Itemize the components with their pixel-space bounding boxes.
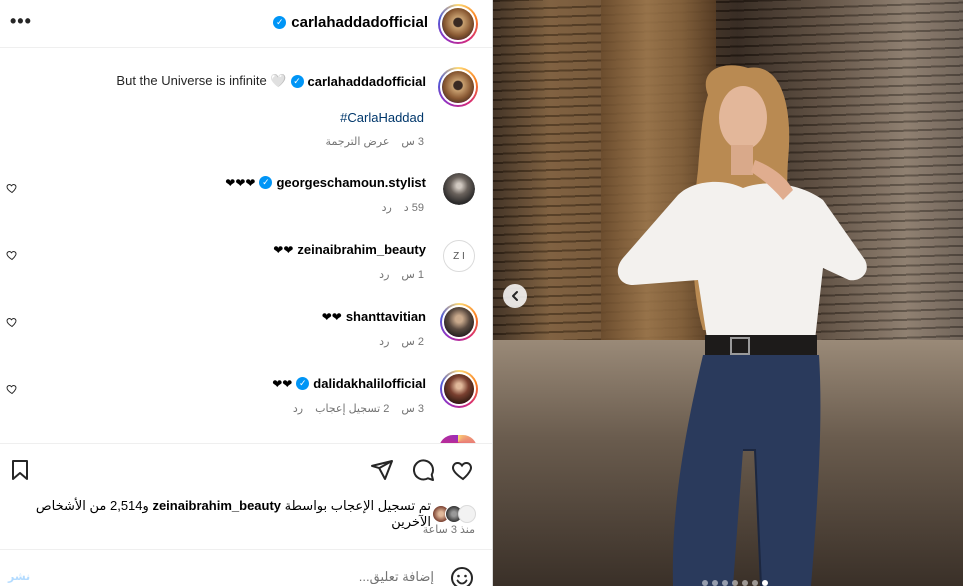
comment-time[interactable]: 3 س: [401, 402, 424, 415]
caption-author-username[interactable]: carlahaddadofficial: [308, 74, 426, 89]
post-author[interactable]: ✓ carlahaddadofficial: [273, 14, 428, 31]
comment-username[interactable]: shanttavitian: [346, 309, 426, 324]
comment-meta: 2 س رد: [379, 335, 424, 348]
like-comment-heart-icon[interactable]: [6, 383, 18, 395]
post-actions: تم تسجيل الإعجاب بواسطة zeinaibrahim_bea…: [0, 443, 492, 549]
comment-meta: 59 د رد: [382, 201, 424, 214]
post-header: ••• ✓ carlahaddadofficial: [0, 0, 492, 48]
carousel-dot: [752, 580, 758, 586]
caption-meta: 3 س عرض الترجمة: [326, 135, 424, 148]
comments-list[interactable]: But the Universe is infinite 🤍 ✓ carlaha…: [0, 49, 492, 443]
comment-item: ❤❤ ✓ dalidakhalilofficial: [272, 376, 426, 391]
previous-photo-button[interactable]: [503, 284, 527, 308]
save-bookmark-icon[interactable]: [8, 458, 32, 482]
post-detail-panel: ••• ✓ carlahaddadofficial But the Univer…: [0, 0, 493, 586]
carousel-dot: [702, 580, 708, 586]
likes-prefix: تم تسجيل الإعجاب بواسطة: [284, 498, 431, 513]
comment-avatar[interactable]: [440, 370, 478, 408]
liked-by-username[interactable]: zeinaibrahim_beauty: [152, 498, 281, 513]
comment-text: ❤❤: [273, 242, 294, 257]
comment-time[interactable]: 1 س: [401, 268, 424, 281]
comment-username[interactable]: dalidakhalilofficial: [313, 376, 426, 391]
like-heart-icon[interactable]: [451, 458, 475, 482]
comment-icon[interactable]: [411, 458, 435, 482]
comment-avatar[interactable]: [440, 303, 478, 341]
comment-item: ❤❤❤ ✓ georgeschamoun.stylist: [225, 175, 426, 190]
carousel-dot: [722, 580, 728, 586]
caption-text: But the Universe is infinite 🤍: [116, 73, 287, 88]
post-photo[interactable]: [493, 0, 963, 586]
comment-text: ❤❤❤: [225, 175, 256, 190]
reply-button[interactable]: رد: [379, 335, 389, 348]
carousel-dot: [762, 580, 768, 586]
post-time-ago[interactable]: منذ 3 ساعة: [423, 523, 475, 536]
comment-meta: 1 س رد: [379, 268, 424, 281]
verified-badge-icon: ✓: [296, 377, 310, 390]
comment-time[interactable]: 59 د: [404, 201, 424, 214]
caption: But the Universe is infinite 🤍 ✓ carlaha…: [116, 73, 426, 89]
caption-hashtag-link[interactable]: #CarlaHaddad: [340, 110, 424, 125]
comment-username[interactable]: georgeschamoun.stylist: [276, 175, 426, 190]
verified-badge-icon: ✓: [259, 176, 273, 189]
caption-time[interactable]: 3 س: [401, 135, 424, 148]
reply-button[interactable]: رد: [379, 268, 389, 281]
see-translation-link[interactable]: عرض الترجمة: [326, 135, 390, 148]
comment-time[interactable]: 2 س: [401, 335, 424, 348]
photo-woman-figure: [617, 65, 867, 586]
carousel-dot: [732, 580, 738, 586]
comment-avatar[interactable]: Z I: [443, 240, 475, 272]
likes-text[interactable]: تم تسجيل الإعجاب بواسطة zeinaibrahim_bea…: [0, 498, 431, 530]
author-avatar[interactable]: [438, 4, 478, 44]
reply-button[interactable]: رد: [382, 201, 392, 214]
comment-avatar[interactable]: [443, 173, 475, 205]
caption-author-avatar[interactable]: [438, 67, 478, 107]
carousel-dots: [702, 580, 768, 586]
comment-input[interactable]: [134, 569, 434, 584]
liker-avatar: [458, 505, 476, 523]
verified-badge-icon: ✓: [290, 74, 304, 88]
comment-username[interactable]: zeinaibrahim_beauty: [297, 242, 426, 257]
comment-avatar[interactable]: [439, 435, 477, 443]
comment-likes-count[interactable]: 2 تسجيل إعجاب: [315, 402, 389, 415]
reply-button[interactable]: رد: [293, 402, 303, 415]
comment-meta: 3 س 2 تسجيل إعجاب رد: [293, 402, 424, 415]
comment-item: ❤❤ zeinaibrahim_beauty: [273, 242, 426, 257]
share-icon[interactable]: [370, 458, 394, 482]
add-comment-bar: نشر: [0, 549, 492, 586]
more-options-button[interactable]: •••: [10, 12, 32, 30]
comment-text: ❤❤: [321, 309, 342, 324]
like-comment-heart-icon[interactable]: [6, 316, 18, 328]
post-author-username[interactable]: carlahaddadofficial: [291, 14, 428, 31]
like-comment-heart-icon[interactable]: [6, 249, 18, 261]
liker-avatars[interactable]: [432, 505, 476, 523]
post-comment-button[interactable]: نشر: [8, 570, 30, 583]
emoji-icon[interactable]: [450, 566, 474, 586]
comment-item: ❤❤ shanttavitian: [322, 309, 426, 324]
carousel-dot: [742, 580, 748, 586]
carousel-dot: [712, 580, 718, 586]
likes-summary: تم تسجيل الإعجاب بواسطة zeinaibrahim_bea…: [0, 498, 476, 530]
comment-text: ❤❤: [272, 376, 293, 391]
chevron-left-icon: [512, 291, 518, 301]
verified-badge-icon: ✓: [273, 16, 287, 29]
like-comment-heart-icon[interactable]: [6, 182, 18, 194]
